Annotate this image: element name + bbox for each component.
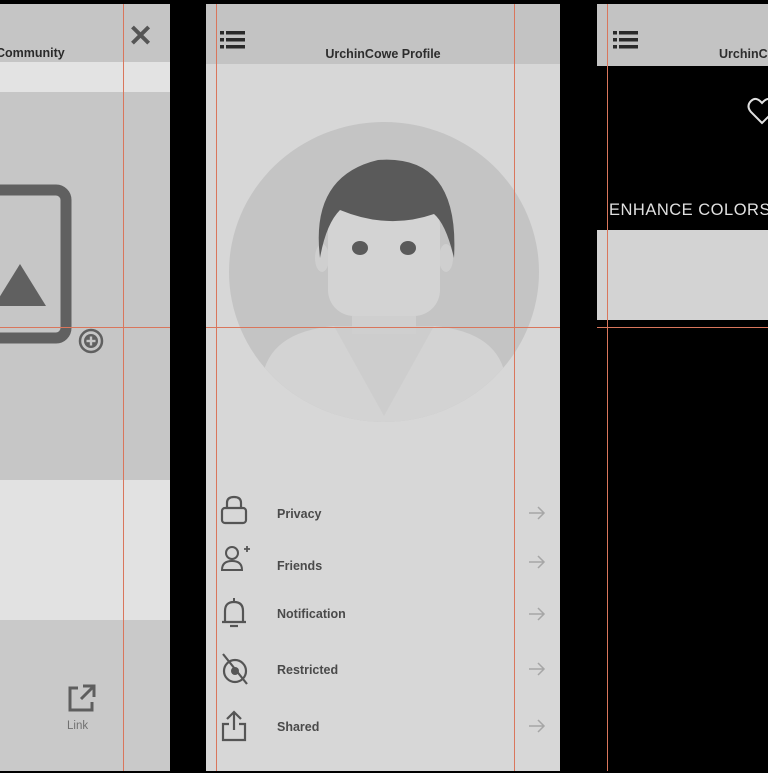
share-icon xyxy=(221,710,247,742)
arrow-right-icon xyxy=(529,719,546,733)
close-icon[interactable]: ✕ xyxy=(128,22,153,52)
menu-item-label: Notification xyxy=(277,607,346,621)
bell-icon xyxy=(222,598,246,628)
arrow-right-icon xyxy=(529,506,546,520)
arrow-right-icon xyxy=(529,662,546,676)
bottom-action-bar xyxy=(0,620,170,771)
profile-screen: UrchinCowe Profile Privacy Friends Notif… xyxy=(206,4,560,771)
guide-line xyxy=(597,327,768,328)
community-screen: Community ✕ Link xyxy=(0,4,170,771)
guide-line xyxy=(514,4,515,771)
hamburger-menu-icon[interactable] xyxy=(613,30,639,50)
menu-item-friends[interactable]: Friends xyxy=(206,540,560,590)
menu-item-label: Shared xyxy=(277,720,320,734)
image-upload-area[interactable] xyxy=(0,92,170,480)
menu-item-shared[interactable]: Shared xyxy=(206,706,560,756)
avatar[interactable] xyxy=(228,120,540,424)
community-title: Community xyxy=(0,46,65,60)
guide-line xyxy=(206,327,560,328)
external-link-icon[interactable] xyxy=(64,682,98,716)
arrow-right-icon xyxy=(529,607,546,621)
restricted-icon xyxy=(222,653,248,685)
link-label: Link xyxy=(67,720,89,732)
menu-item-label: Privacy xyxy=(277,507,322,521)
add-image-icon[interactable] xyxy=(77,327,105,355)
enhance-panel[interactable] xyxy=(597,230,768,320)
heart-icon[interactable] xyxy=(747,96,768,126)
guide-line xyxy=(607,4,608,771)
menu-item-restricted[interactable]: Restricted xyxy=(206,649,560,699)
guide-line xyxy=(123,4,124,771)
lock-icon xyxy=(220,495,248,525)
menu-item-notification[interactable]: Notification xyxy=(206,594,560,644)
guide-line xyxy=(216,4,217,771)
menu-item-label: Friends xyxy=(277,559,323,573)
content-area xyxy=(0,480,170,620)
profile-title: UrchinCowe Profile xyxy=(325,47,441,61)
enhance-title: UrchinC xyxy=(719,47,768,61)
menu-item-label: Restricted xyxy=(277,663,339,677)
guide-line xyxy=(0,327,170,328)
enhance-colors-label: ENHANCE COLORS xyxy=(609,201,768,219)
community-subheader xyxy=(0,62,170,92)
add-friend-icon xyxy=(220,546,250,571)
arrow-right-icon xyxy=(529,555,546,569)
menu-item-privacy[interactable]: Privacy xyxy=(206,490,560,540)
enhance-screen: UrchinC ENHANCE COLORS xyxy=(597,4,768,771)
